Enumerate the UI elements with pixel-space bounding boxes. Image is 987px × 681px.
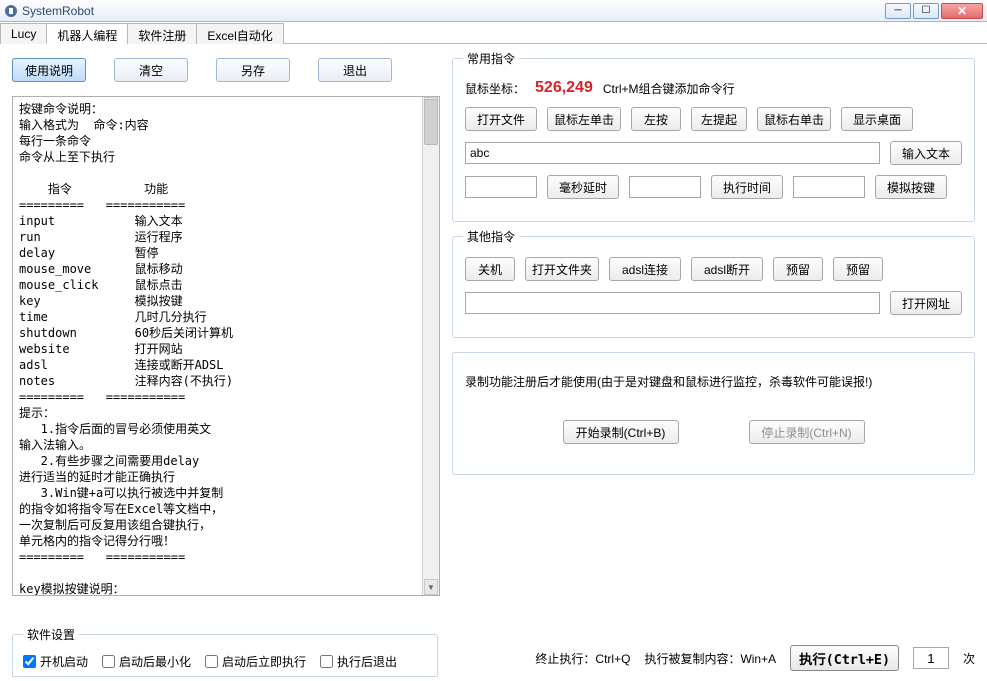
help-button-label: 使用说明 (25, 64, 73, 78)
tab-strip: Lucy 机器人编程 软件注册 Excel自动化 (0, 22, 987, 44)
coord-value: 526,249 (535, 79, 593, 97)
exit-after-checkbox[interactable] (320, 655, 333, 668)
window-title: SystemRobot (22, 4, 885, 18)
start-record-button[interactable]: 开始录制(Ctrl+B) (563, 420, 679, 444)
tab-register[interactable]: 软件注册 (127, 23, 197, 44)
settings-group: 软件设置 开机启动 启动后最小化 启动后立即执行 执行后退出 (12, 634, 438, 677)
boot-label: 开机启动 (40, 653, 88, 670)
app-icon (4, 4, 18, 18)
exec-count-field[interactable] (913, 647, 949, 669)
minimize-label: 启动后最小化 (119, 653, 191, 670)
delay-field[interactable] (465, 176, 537, 198)
common-commands-group: 常用指令 鼠标坐标： 526,249 Ctrl+M组合键添加命令行 打开文件 鼠… (452, 58, 975, 222)
run-now-label: 启动后立即执行 (222, 653, 306, 670)
script-editor[interactable]: 按键命令说明： 输入格式为 命令:内容 每行一条命令 命令从上至下执行 指令 功… (13, 97, 422, 595)
help-button[interactable]: 使用说明 (12, 58, 86, 82)
common-legend: 常用指令 (463, 50, 519, 67)
sim-key-button[interactable]: 模拟按键 (875, 175, 947, 199)
other-commands-group: 其他指令 关机 打开文件夹 adsl连接 adsl断开 预留 预留 打开网址 (452, 236, 975, 338)
adsl-connect-button[interactable]: adsl连接 (609, 257, 681, 281)
reserved2-button[interactable]: 预留 (833, 257, 883, 281)
right-click-button[interactable]: 鼠标右单击 (757, 107, 831, 131)
reserved1-button[interactable]: 预留 (773, 257, 823, 281)
script-editor-wrap: 按键命令说明： 输入格式为 命令:内容 每行一条命令 命令从上至下执行 指令 功… (12, 96, 440, 596)
exec-time-field[interactable] (629, 176, 701, 198)
input-text-button[interactable]: 输入文本 (890, 141, 962, 165)
coord-hint: Ctrl+M组合键添加命令行 (603, 80, 735, 97)
boot-checkbox-wrap[interactable]: 开机启动 (23, 653, 88, 670)
text-input-field[interactable] (465, 142, 880, 164)
sim-key-field[interactable] (793, 176, 865, 198)
tab-excel-auto[interactable]: Excel自动化 (196, 23, 283, 44)
left-press-button[interactable]: 左按 (631, 107, 681, 131)
scroll-thumb[interactable] (424, 99, 438, 145)
exit-after-checkbox-wrap[interactable]: 执行后退出 (320, 653, 397, 670)
tab-robot-programming[interactable]: 机器人编程 (46, 23, 128, 44)
exit-button[interactable]: 退出 (318, 58, 392, 82)
minimize-icon: ─ (894, 5, 901, 16)
open-file-button[interactable]: 打开文件 (465, 107, 537, 131)
minimize-checkbox[interactable] (102, 655, 115, 668)
open-folder-button[interactable]: 打开文件夹 (525, 257, 599, 281)
clear-button[interactable]: 清空 (114, 58, 188, 82)
stop-record-button[interactable]: 停止录制(Ctrl+N) (749, 420, 865, 444)
ms-delay-button[interactable]: 毫秒延时 (547, 175, 619, 199)
close-icon: ✕ (957, 4, 967, 18)
settings-legend: 软件设置 (23, 626, 79, 643)
left-release-button[interactable]: 左提起 (691, 107, 747, 131)
run-now-checkbox[interactable] (205, 655, 218, 668)
stop-exec-label: 终止执行：Ctrl+Q (535, 650, 630, 667)
open-site-button[interactable]: 打开网址 (890, 291, 962, 315)
run-now-checkbox-wrap[interactable]: 启动后立即执行 (205, 653, 306, 670)
left-click-button[interactable]: 鼠标左单击 (547, 107, 621, 131)
other-legend: 其他指令 (463, 228, 519, 245)
shutdown-button[interactable]: 关机 (465, 257, 515, 281)
title-bar: SystemRobot ─ ☐ ✕ (0, 0, 987, 22)
exit-after-label: 执行后退出 (337, 653, 397, 670)
record-group: 录制功能注册后才能使用(由于是对键盘和鼠标进行监控，杀毒软件可能误报!) 开始录… (452, 352, 975, 475)
saveas-button[interactable]: 另存 (216, 58, 290, 82)
execute-button[interactable]: 执行(Ctrl+E) (790, 645, 899, 671)
tab-lucy[interactable]: Lucy (0, 23, 47, 44)
show-desktop-button[interactable]: 显示桌面 (841, 107, 913, 131)
close-button[interactable]: ✕ (941, 3, 983, 19)
maximize-icon: ☐ (922, 5, 931, 16)
url-field[interactable] (465, 292, 880, 314)
exec-time-button[interactable]: 执行时间 (711, 175, 783, 199)
maximize-button[interactable]: ☐ (913, 3, 939, 19)
scroll-down-icon[interactable]: ▼ (424, 579, 438, 595)
coord-label: 鼠标坐标： (465, 80, 525, 97)
boot-checkbox[interactable] (23, 655, 36, 668)
times-label: 次 (963, 650, 975, 667)
adsl-disconnect-button[interactable]: adsl断开 (691, 257, 763, 281)
minimize-checkbox-wrap[interactable]: 启动后最小化 (102, 653, 191, 670)
record-title: 录制功能注册后才能使用(由于是对键盘和鼠标进行监控，杀毒软件可能误报!) (465, 373, 962, 390)
scrollbar[interactable]: ▲ ▼ (422, 97, 439, 595)
minimize-button[interactable]: ─ (885, 3, 911, 19)
copy-exec-label: 执行被复制内容：Win+A (644, 650, 776, 667)
